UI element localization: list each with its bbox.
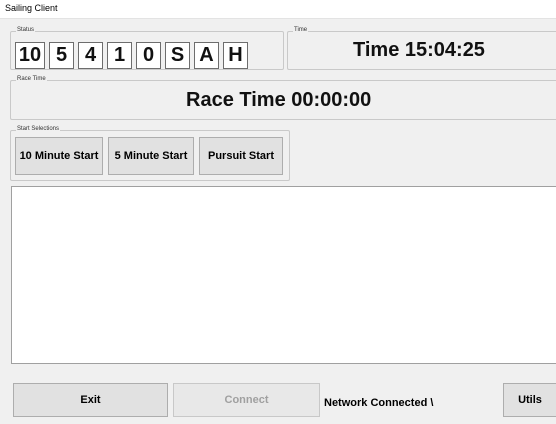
pursuit-start-button[interactable]: Pursuit Start xyxy=(199,137,283,175)
status-cell-3: 4 xyxy=(78,42,103,69)
exit-button[interactable]: Exit xyxy=(13,383,168,417)
status-group: Status 10 5 4 1 0 S A H xyxy=(10,26,284,70)
utils-button[interactable]: Utils xyxy=(503,383,556,417)
network-status: Network Connected \ xyxy=(324,397,434,409)
current-time: Time 15:04:25 xyxy=(353,39,485,61)
status-group-label: Status xyxy=(16,26,36,35)
status-cell-2: 5 xyxy=(49,42,74,69)
ten-minute-start-button[interactable]: 10 Minute Start xyxy=(15,137,103,175)
title-bar: Sailing Client xyxy=(0,0,556,19)
connect-button[interactable]: Connect xyxy=(173,383,320,417)
five-minute-start-button[interactable]: 5 Minute Start xyxy=(108,137,194,175)
output-log[interactable] xyxy=(11,186,556,364)
status-cell-5: 0 xyxy=(136,42,161,69)
start-selections-group: Start Selections 10 Minute Start 5 Minut… xyxy=(10,125,290,181)
race-time-group-label: Race Time xyxy=(16,75,47,84)
start-selections-label: Start Selections xyxy=(16,125,61,134)
status-cell-4: 1 xyxy=(107,42,132,69)
status-cell-7: A xyxy=(194,42,219,69)
status-cell-1: 10 xyxy=(15,42,45,69)
time-group-label: Time xyxy=(293,26,309,35)
status-cell-6: S xyxy=(165,42,190,69)
status-cell-8: H xyxy=(223,42,248,69)
window-title: Sailing Client xyxy=(5,3,58,13)
race-time: Race Time 00:00:00 xyxy=(186,89,372,111)
